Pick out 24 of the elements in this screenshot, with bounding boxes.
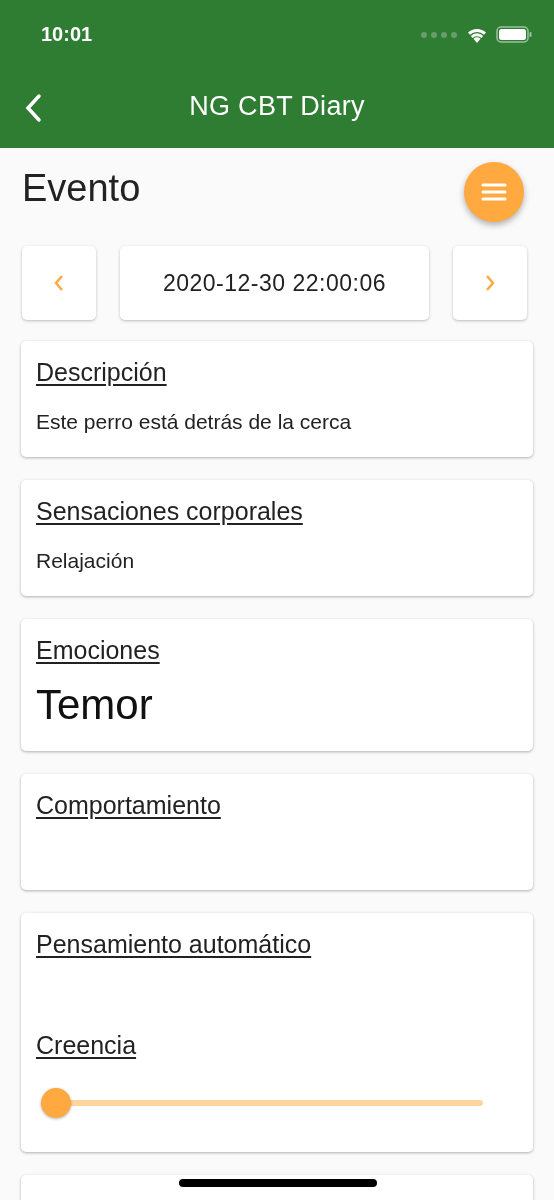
wifi-icon [466, 26, 488, 43]
status-time: 10:01 [41, 23, 93, 46]
field-value: Este perro está detrás de la cerca [36, 409, 353, 435]
field-label: Emociones [36, 635, 160, 666]
app-title: NG CBT Diary [189, 91, 365, 122]
back-icon [24, 93, 42, 123]
field-label: Pensamiento automático [36, 929, 312, 960]
battery-icon [496, 26, 532, 43]
field-label: Comportamiento [36, 790, 221, 821]
emotion-value: Temor [36, 680, 154, 730]
next-button[interactable] [453, 246, 527, 320]
field-label: Descripción [36, 357, 167, 388]
screen-title: Evento [22, 168, 141, 208]
previous-button[interactable] [22, 246, 96, 320]
signal-icon [420, 30, 458, 39]
chevron-left-icon [53, 274, 65, 292]
menu-icon [481, 182, 507, 202]
menu-button[interactable] [464, 162, 524, 222]
chevron-right-icon [484, 274, 496, 292]
field-label: Creencia [36, 1030, 137, 1061]
slider-thumb[interactable] [41, 1088, 71, 1118]
field-value: Relajación [36, 548, 136, 574]
date-time-field[interactable]: 2020-12-30 22:00:06 [120, 246, 429, 320]
field-label: Sensaciones corporales [36, 496, 303, 527]
